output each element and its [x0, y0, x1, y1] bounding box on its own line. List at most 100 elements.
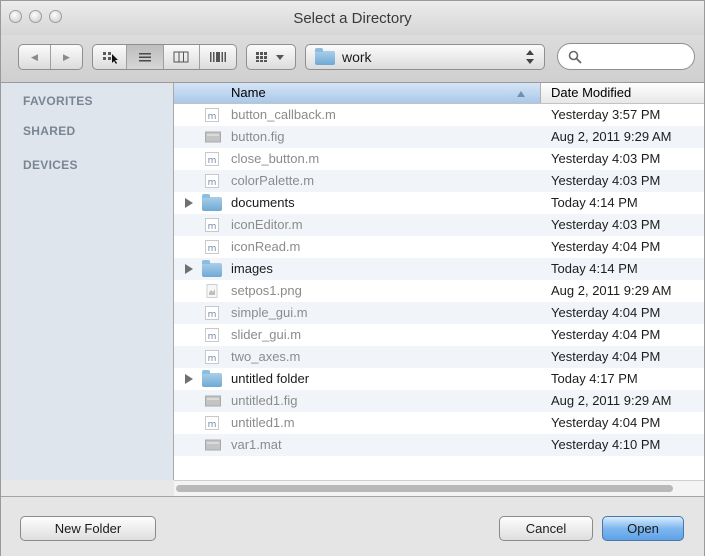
sidebar-item-favorites[interactable]: FAVORITES — [23, 94, 93, 108]
file-name: documents — [231, 195, 295, 210]
location-popup[interactable]: work — [305, 44, 545, 70]
date-modified: Yesterday 4:03 PM — [551, 151, 661, 166]
file-row[interactable]: m slider_gui.m Yesterday 4:04 PM — [174, 324, 704, 346]
name-column-header[interactable]: Name — [174, 83, 541, 103]
file-name: simple_gui.m — [231, 305, 308, 320]
file-row[interactable]: setpos1.png Aug 2, 2011 9:29 AM — [174, 280, 704, 302]
svg-text:m: m — [208, 156, 217, 166]
svg-text:m: m — [208, 332, 217, 342]
file-row[interactable]: m iconEditor.m Yesterday 4:03 PM — [174, 214, 704, 236]
back-button[interactable]: ◀ — [19, 45, 51, 69]
forward-button[interactable]: ▶ — [51, 45, 82, 69]
file-row[interactable]: button.fig Aug 2, 2011 9:29 AM — [174, 126, 704, 148]
cover-flow-icon — [209, 52, 226, 62]
up-down-arrows-icon — [526, 50, 534, 64]
file-row[interactable]: m two_axes.m Yesterday 4:04 PM — [174, 346, 704, 368]
folder-icon — [315, 48, 335, 65]
cancel-button[interactable]: Cancel — [499, 516, 593, 541]
svg-text:m: m — [208, 222, 217, 232]
back-arrow-icon: ◀ — [31, 51, 38, 62]
button-bar: New Folder Cancel Open — [1, 496, 704, 556]
date-modified: Aug 2, 2011 9:29 AM — [551, 393, 672, 408]
file-row[interactable]: m button_callback.m Yesterday 3:57 PM — [174, 104, 704, 126]
chevron-down-icon — [276, 55, 284, 60]
svg-text:m: m — [208, 112, 217, 122]
sidebar-item-devices[interactable]: DEVICES — [23, 158, 78, 172]
file-row[interactable]: m simple_gui.m Yesterday 4:04 PM — [174, 302, 704, 324]
date-modified: Yesterday 4:10 PM — [551, 437, 661, 452]
svg-text:m: m — [208, 244, 217, 254]
disclosure-triangle-icon[interactable] — [185, 264, 193, 274]
horizontal-scrollbar[interactable] — [174, 480, 704, 496]
list-view-icon — [138, 53, 151, 62]
list-view-button[interactable] — [127, 45, 164, 69]
file-row[interactable]: var1.mat Yesterday 4:10 PM — [174, 434, 704, 456]
folder-row[interactable]: images Today 4:14 PM — [174, 258, 704, 280]
file-name: untitled1.m — [231, 415, 295, 430]
file-name: setpos1.png — [231, 283, 302, 298]
file-name: iconEditor.m — [231, 217, 303, 232]
svg-text:m: m — [208, 354, 217, 364]
folder-row[interactable]: documents Today 4:14 PM — [174, 192, 704, 214]
search-icon — [568, 50, 582, 64]
window-title: Select a Directory — [293, 10, 412, 27]
date-modified: Yesterday 4:04 PM — [551, 305, 661, 320]
file-name: colorPalette.m — [231, 173, 315, 188]
date-modified: Yesterday 4:04 PM — [551, 415, 661, 430]
new-folder-button[interactable]: New Folder — [20, 516, 156, 541]
fig-file-icon — [205, 394, 221, 408]
select-directory-dialog: Select a Directory ◀ ▶ work FAVORITES SH… — [0, 0, 705, 556]
file-row[interactable]: m colorPalette.m Yesterday 4:03 PM — [174, 170, 704, 192]
search-input[interactable] — [584, 47, 688, 67]
view-mode-control — [92, 44, 237, 70]
file-row[interactable]: m close_button.m Yesterday 4:03 PM — [174, 148, 704, 170]
icon-view-icon — [102, 52, 118, 64]
file-name: var1.mat — [231, 437, 282, 452]
column-view-icon — [173, 51, 189, 63]
file-name: two_axes.m — [231, 349, 301, 364]
open-button[interactable]: Open — [602, 516, 684, 541]
disclosure-triangle-icon[interactable] — [185, 374, 193, 384]
date-modified: Yesterday 4:03 PM — [551, 173, 661, 188]
sidebar-item-shared[interactable]: SHARED — [23, 124, 75, 138]
folder-row[interactable]: untitled folder Today 4:17 PM — [174, 368, 704, 390]
matlab-file-icon: m — [205, 174, 219, 188]
cover-flow-button[interactable] — [200, 45, 236, 69]
column-header: Name Date Modified — [174, 83, 704, 104]
file-list: Name Date Modified m button_callback.m Yes… — [174, 83, 704, 480]
arrange-grid-icon — [256, 52, 284, 62]
file-name: iconRead.m — [231, 239, 301, 254]
file-row[interactable]: m iconRead.m Yesterday 4:04 PM — [174, 236, 704, 258]
svg-text:m: m — [208, 178, 217, 188]
date-column-header[interactable]: Date Modified — [551, 85, 631, 100]
location-label: work — [342, 49, 372, 65]
file-row[interactable]: m untitled1.m Yesterday 4:04 PM — [174, 412, 704, 434]
file-name: slider_gui.m — [231, 327, 302, 342]
matlab-file-icon: m — [205, 328, 219, 342]
name-column-label: Name — [231, 85, 266, 100]
matlab-file-icon: m — [205, 218, 219, 232]
arrange-menu-button[interactable] — [246, 44, 296, 70]
fig-file-icon — [205, 130, 221, 144]
title-bar: Select a Directory — [1, 1, 704, 36]
folder-icon — [202, 370, 222, 387]
image-file-icon — [205, 284, 219, 298]
file-row[interactable]: untitled1.fig Aug 2, 2011 9:29 AM — [174, 390, 704, 412]
date-modified: Today 4:14 PM — [551, 195, 638, 210]
date-modified: Aug 2, 2011 9:29 AM — [551, 129, 672, 144]
file-name: button_callback.m — [231, 107, 336, 122]
disclosure-triangle-icon[interactable] — [185, 198, 193, 208]
scroll-thumb[interactable] — [176, 485, 673, 492]
forward-arrow-icon: ▶ — [63, 51, 70, 62]
search-field[interactable] — [557, 43, 695, 70]
matlab-file-icon: m — [205, 152, 219, 166]
date-modified: Today 4:17 PM — [551, 371, 638, 386]
icon-view-button[interactable] — [93, 45, 128, 69]
date-modified: Yesterday 4:03 PM — [551, 217, 661, 232]
matlab-file-icon: m — [205, 108, 219, 122]
matlab-file-icon: m — [205, 306, 219, 320]
matlab-file-icon: m — [205, 350, 219, 364]
column-view-button[interactable] — [164, 45, 200, 69]
file-name: untitled folder — [231, 371, 310, 386]
mat-file-icon — [205, 438, 221, 452]
